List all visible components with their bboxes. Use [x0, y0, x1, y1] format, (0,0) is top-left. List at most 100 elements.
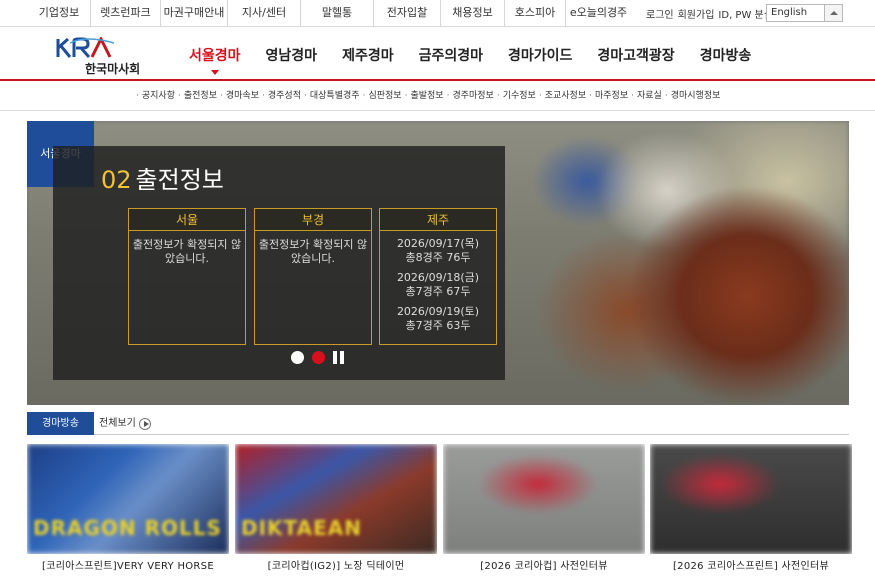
bullet-icon: · — [538, 91, 542, 101]
sub-item-entries[interactable]: 출전정보 — [184, 83, 217, 111]
slide-dot-1[interactable] — [291, 350, 304, 364]
main-navigation: 서울경마 영남경마 제주경마 금주의경마 경마가이드 경마고객광장 경마방송 — [189, 27, 776, 81]
sub-item-notice[interactable]: 공지사항 — [142, 83, 175, 111]
language-selected: English — [771, 7, 808, 18]
schedule-info: 총7경주 63두 — [405, 319, 471, 332]
entry-box-busan[interactable]: 부경 출전정보가 확정되지 않았습니다. — [254, 208, 372, 345]
slide-number: 02 — [101, 166, 132, 194]
logo-name: 한국마사회 — [85, 62, 141, 76]
schedule-info: 총8경주 76두 — [405, 251, 471, 264]
video-thumbnail[interactable]: DRAGON ROLLS — [27, 444, 229, 554]
bullet-icon: · — [496, 91, 500, 101]
entry-box-jeju[interactable]: 제주 2026/09/17(목) 총8경주 76두 2026/09/18(금) … — [379, 208, 497, 345]
account-links: 로그인 회원가입 ID, PW 분실 — [646, 0, 777, 27]
video-title[interactable]: [코리아스프린트]VERY VERY HORSE — [27, 557, 229, 572]
nav-racing-broadcast[interactable]: 경마방송 — [700, 27, 752, 81]
sub-item-stewards[interactable]: 심판정보 — [368, 83, 401, 111]
chevron-up-icon — [824, 5, 842, 21]
logo[interactable]: 한국마사회 — [52, 35, 152, 76]
nav-seoul-racing[interactable]: 서울경마 — [189, 27, 241, 81]
bullet-icon: · — [362, 91, 366, 101]
util-link-branch[interactable]: 지사/센터 — [228, 0, 301, 27]
sub-menu-list: · 공지사항 · 출전정보 · 경마속보 · 경주성적 · 대상특별경주 · 심판정보 · 출… — [133, 83, 720, 111]
slide-dot-2[interactable] — [312, 350, 325, 364]
video-image — [650, 444, 852, 554]
sub-item-grand-prix[interactable]: 대상특별경주 — [310, 83, 360, 111]
schedule-item: 2026/09/18(금) 총7경주 67두 — [380, 271, 496, 299]
sub-item-race-news[interactable]: 경마속보 — [226, 83, 259, 111]
box-header: 서울 — [129, 209, 245, 231]
util-link-company[interactable]: 기업정보 — [28, 0, 91, 27]
video-caption: DIKTAEAN — [241, 516, 362, 540]
sub-item-trainer-info[interactable]: 조교사정보 — [545, 83, 586, 111]
sub-item-results[interactable]: 경주성적 — [268, 83, 301, 111]
view-all-link[interactable]: 전체보기 — [99, 412, 151, 435]
bullet-icon: · — [178, 91, 181, 101]
view-all-label: 전체보기 — [99, 418, 136, 429]
broadcast-header: 경마방송 전체보기 — [27, 412, 849, 435]
pause-icon[interactable] — [333, 350, 344, 364]
utility-bar: 기업정보 렛츠런파크 마권구매안내 지사/센터 말헬통 전자입찰 채용정보 호스… — [0, 0, 875, 27]
nav-weekly-racing[interactable]: 금주의경마 — [419, 27, 483, 81]
box-header: 부경 — [255, 209, 371, 231]
util-link-recruit[interactable]: 채용정보 — [441, 0, 505, 27]
util-link-horse-health[interactable]: 말헬통 — [301, 0, 374, 27]
util-link-today-race[interactable]: e오늘의경주 — [566, 0, 631, 27]
schedule-item: 2026/09/19(토) 총7경주 63두 — [380, 305, 496, 333]
video-title[interactable]: [코리아컵(IG2)] 노장 딕테이먼 — [235, 557, 437, 572]
schedule-list: 2026/09/17(목) 총8경주 76두 2026/09/18(금) 총7경… — [380, 237, 496, 333]
bullet-icon: · — [220, 91, 223, 101]
schedule-info: 총7경주 67두 — [405, 285, 471, 298]
bullet-icon: · — [446, 91, 450, 101]
video-thumbnail[interactable]: DIKTAEAN — [235, 444, 437, 554]
bullet-icon: · — [631, 91, 634, 101]
language-select[interactable]: English — [766, 4, 843, 22]
util-link-ticket-guide[interactable]: 마권구매안내 — [161, 0, 228, 27]
nav-busan-racing[interactable]: 영남경마 — [266, 27, 318, 81]
video-thumbnail[interactable] — [650, 444, 852, 554]
util-link-hospia[interactable]: 호스피아 — [505, 0, 566, 27]
kra-logo-icon — [56, 37, 115, 58]
box-header: 제주 — [380, 209, 496, 231]
broadcast-tab[interactable]: 경마방송 — [27, 412, 94, 435]
schedule-date: 2026/09/17(목) — [396, 237, 480, 250]
util-link-e-bid[interactable]: 전자입찰 — [374, 0, 441, 27]
bullet-icon: · — [304, 91, 307, 101]
schedule-date: 2026/09/19(토) — [396, 305, 480, 318]
play-circle-icon — [138, 417, 151, 430]
bullet-icon: · — [589, 91, 592, 101]
bullet-icon: · — [262, 91, 265, 101]
bullet-icon: · — [664, 91, 668, 101]
panel-title-text: 출전정보 — [135, 166, 224, 194]
nav-racing-guide[interactable]: 경마가이드 — [508, 27, 572, 81]
entry-info-panel: 02 출전정보 서울 출전정보가 확정되지 않았습니다. 부경 출전정보가 확정되… — [53, 146, 505, 380]
nav-customer-plaza[interactable]: 경마고객광장 — [597, 27, 674, 81]
entry-box-seoul[interactable]: 서울 출전정보가 확정되지 않았습니다. — [128, 208, 246, 345]
schedule-item: 2026/09/17(목) 총8경주 76두 — [380, 237, 496, 265]
sub-item-owner-info[interactable]: 마주정보 — [595, 83, 628, 111]
sub-item-jockey-info[interactable]: 기수정보 — [503, 83, 536, 111]
bullet-icon: · — [136, 91, 139, 101]
sub-item-horse-info[interactable]: 경주마정보 — [452, 83, 493, 111]
video-title[interactable]: [2026 코리아스프린트] 사전인터뷰 — [650, 557, 852, 572]
util-link-letsrun-park[interactable]: 렛츠런파크 — [91, 0, 161, 27]
box-text: 출전정보가 확정되지 않았습니다. — [258, 238, 368, 265]
hero-banner: 서울경마 02출전정보 서울 출전정보가 확정되지 않았습니다. 부경 출전정보… — [27, 121, 849, 405]
join-link[interactable]: 회원가입 — [678, 6, 715, 21]
panel-title: 02 출전정보 — [101, 160, 224, 195]
video-image — [443, 444, 645, 554]
box-text: 출전정보가 확정되지 않았습니다. — [132, 238, 242, 265]
login-link[interactable]: 로그인 — [646, 6, 674, 21]
find-account-link[interactable]: ID, PW 분실 — [718, 6, 773, 21]
video-thumbnail[interactable] — [443, 444, 645, 554]
sub-item-archive[interactable]: 자료실 — [637, 83, 662, 111]
sub-navigation: · 공지사항 · 출전정보 · 경마속보 · 경주성적 · 대상특별경주 · 심판정보 · 출… — [0, 83, 875, 111]
sub-item-racing-operation[interactable]: 경마시행정보 — [671, 83, 721, 111]
nav-jeju-racing[interactable]: 제주경마 — [342, 27, 394, 81]
header: 한국마사회 서울경마 영남경마 제주경마 금주의경마 경마가이드 경마고객광장 … — [0, 27, 875, 81]
video-title[interactable]: [2026 코리아컵] 사전인터뷰 — [443, 557, 645, 572]
video-caption: DRAGON ROLLS — [33, 516, 222, 540]
utility-menu: 기업정보 렛츠런파크 마권구매안내 지사/센터 말헬통 전자입찰 채용정보 호스… — [28, 0, 631, 27]
schedule-date: 2026/09/18(금) — [396, 271, 480, 284]
sub-item-start-info[interactable]: 출발정보 — [410, 83, 443, 111]
